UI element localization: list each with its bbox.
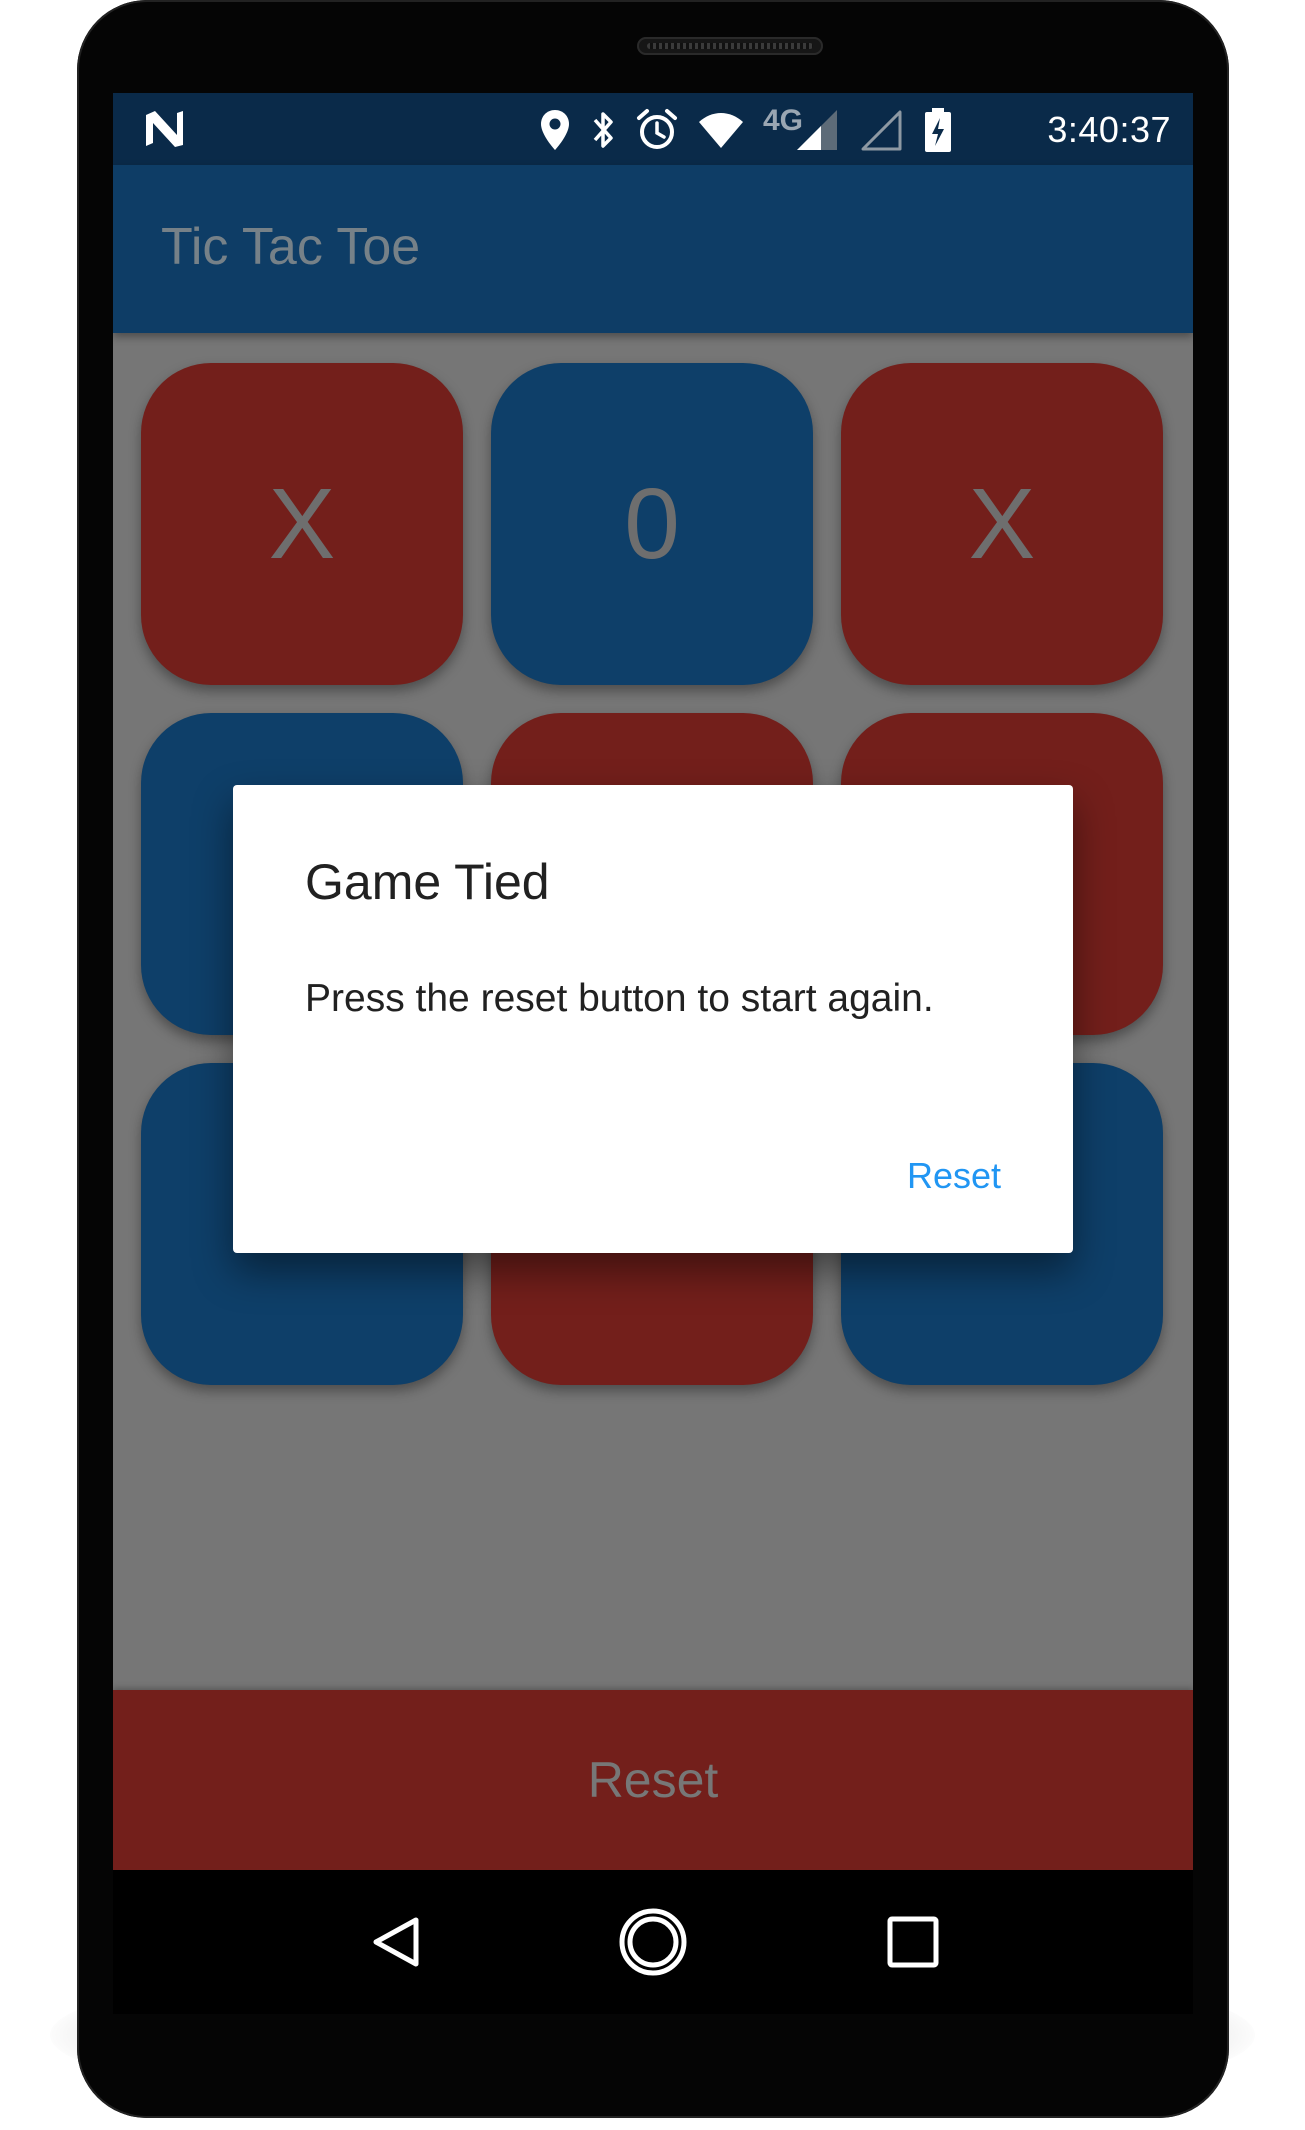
battery-charging-icon xyxy=(923,107,953,153)
device-mockup: 4G 3:40:37 Tic Tac Toe X 0 X Reset Game … xyxy=(0,0,1305,2130)
board-cell-2[interactable]: 0 xyxy=(491,363,813,685)
navigation-bar xyxy=(113,1870,1193,2014)
home-icon[interactable] xyxy=(613,1902,693,1982)
status-clock: 3:40:37 xyxy=(1047,109,1171,150)
reset-button[interactable]: Reset xyxy=(113,1690,1193,1870)
app-title: Tic Tac Toe xyxy=(161,218,421,276)
location-pin-icon xyxy=(539,108,571,152)
recents-icon[interactable] xyxy=(873,1902,953,1982)
screen: 4G 3:40:37 Tic Tac Toe X 0 X Reset Game … xyxy=(113,93,1193,1870)
signal-empty-icon xyxy=(859,108,905,152)
wifi-icon xyxy=(697,110,745,150)
signal-strength-icon xyxy=(795,108,841,152)
app-bar: Tic Tac Toe xyxy=(113,165,1193,333)
speaker-grill xyxy=(647,43,813,49)
board-cell-3[interactable]: X xyxy=(841,363,1163,685)
dialog-reset-button[interactable]: Reset xyxy=(907,1155,1001,1197)
status-bar: 4G 3:40:37 xyxy=(113,93,1193,165)
dialog-message: Press the reset button to start again. xyxy=(305,977,934,1020)
status-icons: 4G xyxy=(539,103,953,157)
back-icon[interactable] xyxy=(356,1902,436,1982)
dialog-title: Game Tied xyxy=(305,854,550,910)
game-tied-dialog: Game Tied Press the reset button to star… xyxy=(233,785,1073,1253)
notification-n-icon xyxy=(143,109,187,149)
bluetooth-icon xyxy=(589,108,617,152)
board-cell-1[interactable]: X xyxy=(141,363,463,685)
earpiece-speaker xyxy=(637,37,823,55)
alarm-clock-icon xyxy=(635,108,679,152)
